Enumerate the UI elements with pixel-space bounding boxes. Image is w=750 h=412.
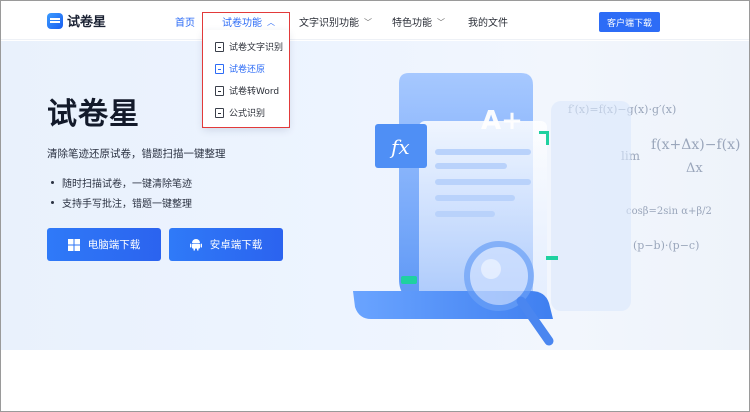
android-download-label: 安卓端下载 <box>209 239 263 251</box>
menu-item-exam-restore[interactable]: 试卷还原 <box>215 62 265 75</box>
client-download-button[interactable]: 客户端下载 <box>599 12 660 32</box>
feature-bullet-text: 随时扫描试卷，一键清除笔迹 <box>62 179 192 190</box>
brand-logo[interactable]: 试卷星 <box>47 11 106 30</box>
word-icon <box>215 85 224 96</box>
hero-title: 试卷星 <box>47 97 140 132</box>
hero-section: 试卷星 清除笔迹还原试卷，错题扫描一键整理 随时扫描试卷，一键清除笔迹 支持手写… <box>1 41 749 350</box>
nav-text-recognition[interactable]: 文字识别功能 ﹀ <box>299 14 372 29</box>
formula-icon <box>215 107 224 118</box>
feature-bullet: 随时扫描试卷，一键清除笔迹 <box>47 175 192 190</box>
nav-special-features-label: 特色功能 <box>392 18 432 29</box>
nav-home-label: 首页 <box>175 18 195 29</box>
top-navbar: 试卷星 首页 试卷功能 ︿ 文字识别功能 ﹀ 特色功能 ﹀ 我的文件 客户端下载 <box>1 1 749 40</box>
bullet-dot-icon <box>51 201 54 204</box>
menu-item-label: 试卷还原 <box>229 65 266 75</box>
nav-my-files-label: 我的文件 <box>468 18 508 29</box>
nav-my-files[interactable]: 我的文件 <box>468 14 508 29</box>
chevron-down-icon: ﹀ <box>364 18 372 27</box>
android-download-button[interactable]: 安卓端下载 <box>169 228 283 261</box>
restore-icon <box>215 63 224 74</box>
menu-item-label: 试卷转Word <box>229 87 280 97</box>
menu-item-exam-to-word[interactable]: 试卷转Word <box>215 84 279 97</box>
menu-item-exam-text-ocr[interactable]: 试卷文字识别 <box>215 40 283 53</box>
content-section <box>1 350 749 411</box>
android-icon <box>189 239 202 251</box>
feature-bullet-text: 支持手写批注，错题一键整理 <box>62 199 192 210</box>
pc-download-button[interactable]: 电脑端下载 <box>47 228 161 261</box>
document-icon <box>215 41 224 52</box>
chevron-down-icon: ﹀ <box>437 18 445 27</box>
bullet-dot-icon <box>51 181 54 184</box>
menu-item-label: 试卷文字识别 <box>229 43 284 53</box>
document-illustration: fx A+ <box>353 73 631 346</box>
menu-item-label: 公式识别 <box>229 109 266 119</box>
chevron-up-icon: ︿ <box>267 18 275 27</box>
brand-logo-icon <box>47 12 63 29</box>
hero-subtitle: 清除笔迹还原试卷，错题扫描一键整理 <box>47 148 226 160</box>
windows-icon <box>67 238 80 251</box>
hero-illustration: f′(x)=f(x)−g(x)·g′(x) f(x+Δx)−f(x) lim Δ… <box>331 51 749 350</box>
exam-features-dropdown: 试卷文字识别 试卷还原 试卷转Word 公式识别 <box>203 30 289 127</box>
nav-text-recognition-label: 文字识别功能 <box>299 18 359 29</box>
fx-symbol: fx <box>389 135 410 159</box>
brand-name: 试卷星 <box>67 15 107 30</box>
pc-download-label: 电脑端下载 <box>87 239 141 251</box>
nav-home[interactable]: 首页 <box>175 14 195 29</box>
nav-special-features[interactable]: 特色功能 ﹀ <box>392 14 445 29</box>
grade-symbol: A+ <box>481 106 523 136</box>
nav-exam-features[interactable]: 试卷功能 ︿ <box>222 14 275 29</box>
feature-bullet: 支持手写批注，错题一键整理 <box>47 195 192 210</box>
nav-exam-features-label: 试卷功能 <box>222 18 262 29</box>
menu-item-formula-ocr[interactable]: 公式识别 <box>215 106 265 119</box>
